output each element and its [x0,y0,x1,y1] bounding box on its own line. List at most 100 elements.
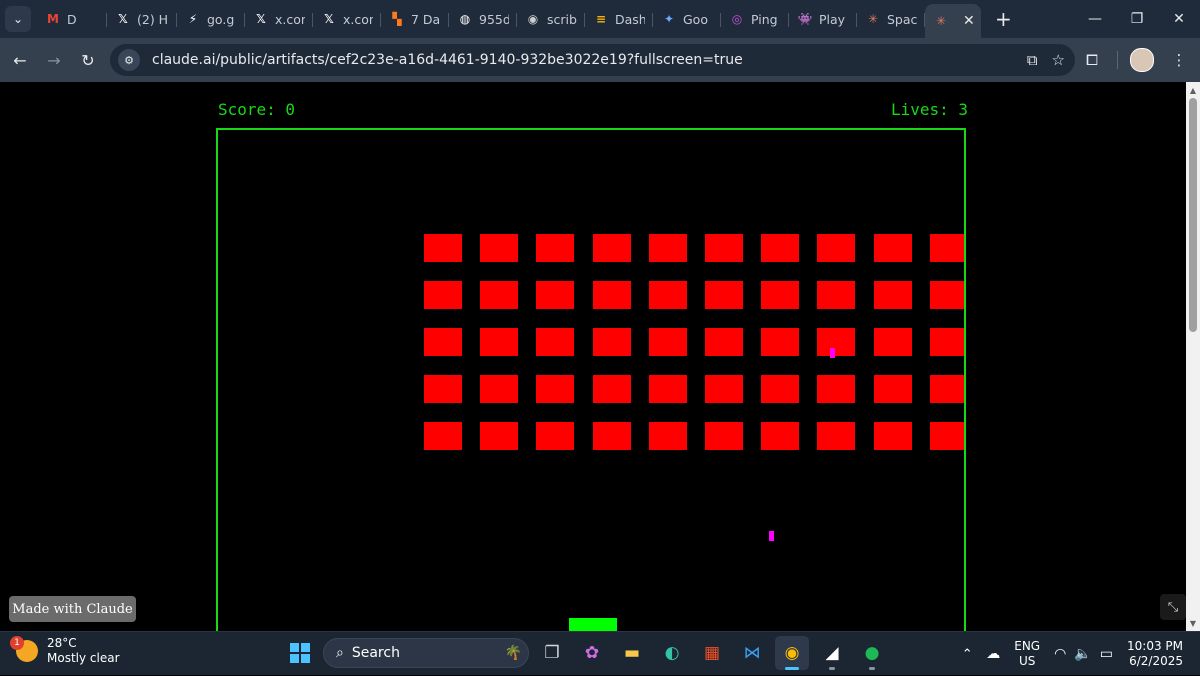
invader [480,234,519,262]
back-button[interactable]: ← [3,43,37,77]
tab-13[interactable]: ✳S✕ [925,4,981,38]
invader [592,375,631,403]
invader [648,328,687,356]
address-bar[interactable]: ⚙ claude.ai/public/artifacts/cef2c23e-a1… [110,44,1075,76]
close-window-button[interactable]: ✕ [1158,0,1200,38]
invader [929,375,964,403]
tab-10[interactable]: ◎ Ping [721,4,789,34]
page-viewport: Score: 0 Lives: 3 Made with Claude ⤡ [0,82,1186,631]
tab-2[interactable]: ⚡ go.g [177,4,245,34]
restore-button[interactable]: ❐ [1116,0,1158,38]
weather-sun-icon: 1 [10,636,38,662]
language-code: ENG [1014,639,1041,653]
language-indicator[interactable]: ENG US [1014,639,1040,669]
invader [592,234,631,262]
tab-11[interactable]: 👾 Play [789,4,857,34]
made-with-claude-badge[interactable]: Made with Claude [9,596,136,622]
tab-0[interactable]: MD [37,4,107,34]
tab-label: Dash [615,11,645,27]
task-view-icon[interactable]: ❐ [535,636,569,670]
tab-4[interactable]: 𝕏x.con [313,4,381,34]
close-tab-icon[interactable]: ✕ [963,13,975,29]
extensions-icon[interactable]: ⧠ [1079,51,1105,69]
minimize-button[interactable]: — [1074,0,1116,38]
arrow-right-icon: → [47,50,61,70]
menu-kebab-icon[interactable]: ⋮ [1166,51,1192,69]
profile-avatar[interactable] [1130,48,1154,72]
reload-button[interactable]: ↻ [71,43,105,77]
weather-widget[interactable]: 1 28°C Mostly clear [10,636,120,666]
tab-12[interactable]: ✳ Spac [857,4,925,34]
enemy-bullet [830,348,835,358]
tab-1[interactable]: 𝕏 (2) H [107,4,177,34]
invader [592,422,631,450]
tab-9[interactable]: ✦ Goo [653,4,721,34]
clock[interactable]: 10:03 PM 6/2/2025 [1127,639,1183,669]
forward-button[interactable]: → [37,43,71,77]
tab-search-button[interactable]: ⌄ [5,6,31,32]
arrow-left-icon: ← [13,50,27,70]
start-button[interactable] [283,636,317,670]
score-display: Score: 0 [218,100,296,119]
scribble-icon: ◉ [527,12,539,26]
invader [536,234,575,262]
bookmark-star-icon[interactable]: ☆ [1052,51,1065,69]
globe-icon: ◍ [459,12,471,26]
invader [705,281,743,309]
file-explorer-icon[interactable]: ▬ [615,636,649,670]
chrome-icon[interactable]: ◉ [775,636,809,670]
edge-browser-icon[interactable]: ◐ [655,636,689,670]
invader [424,422,462,450]
tab-5[interactable]: ▚ 7 Da [381,4,449,34]
page-scrollbar[interactable]: ▲ ▼ [1186,82,1200,631]
windows-taskbar: 1 28°C Mostly clear ⌕ Search 🌴 ❐ ✿ ▬ ◐ ▦… [0,631,1200,675]
tab-8[interactable]: ≡ Dash [585,4,653,34]
invader [817,375,856,403]
invader [761,328,800,356]
battery-icon: ▭ [1099,646,1113,662]
collapse-icon[interactable]: ⤡ [1160,594,1186,620]
spotify-icon[interactable]: ● [855,636,889,670]
app-launcher-icon[interactable]: ◢ [815,636,849,670]
keyboard-region: US [1018,654,1036,668]
invader [873,234,912,262]
scroll-up-icon[interactable]: ▲ [1186,83,1200,97]
clock-date: 6/2/2025 [1129,654,1183,668]
invader [761,234,800,262]
tab-label: Spac [887,11,917,27]
taskbar-search[interactable]: ⌕ Search 🌴 [323,638,529,668]
vscode-icon[interactable]: ⋈ [735,636,769,670]
invader [761,375,800,403]
tab-list: M D 𝕏 (2) H ⚡ go.g 𝕏x.con 𝕏x.con ▚ 7 Da ◍ 955d ◉ scri… [37,0,981,38]
copilot-icon[interactable]: ✿ [575,636,609,670]
onedrive-icon[interactable]: ☁ [986,646,1000,662]
tab-7[interactable]: ◉ scrib [517,4,585,34]
player-ship[interactable] [569,618,617,631]
install-app-icon[interactable]: ⧉ [1027,51,1038,69]
chevron-up-icon[interactable]: ⌃ [952,647,982,662]
game-canvas[interactable] [218,130,964,631]
tab-label: x.con [343,11,373,27]
tab-3[interactable]: 𝕏x.con [245,4,313,34]
new-tab-button[interactable]: + [995,7,1012,31]
url-text[interactable]: claude.ai/public/artifacts/cef2c23e-a16d… [152,52,743,68]
volume-icon: 🔈 [1074,646,1092,662]
site-info-icon[interactable]: ⚙ [118,49,140,71]
invader [929,234,964,262]
invader [424,281,462,309]
invader [424,234,462,262]
invader [592,328,631,356]
scroll-down-icon[interactable]: ▼ [1186,616,1200,630]
quick-settings[interactable]: ◠ 🔈 ▭ [1054,646,1113,662]
tab-6[interactable]: ◍ 955d [449,4,517,34]
tab-label: Ping [751,11,778,27]
invader [648,422,687,450]
scrollbar-thumb[interactable] [1189,98,1197,332]
clock-time: 10:03 PM [1127,639,1183,653]
search-icon: ⌕ [336,645,344,661]
invader [873,281,912,309]
invader [536,328,575,356]
microsoft-store-icon[interactable]: ▦ [695,636,729,670]
notification-badge: 1 [10,636,24,650]
invader [873,375,912,403]
